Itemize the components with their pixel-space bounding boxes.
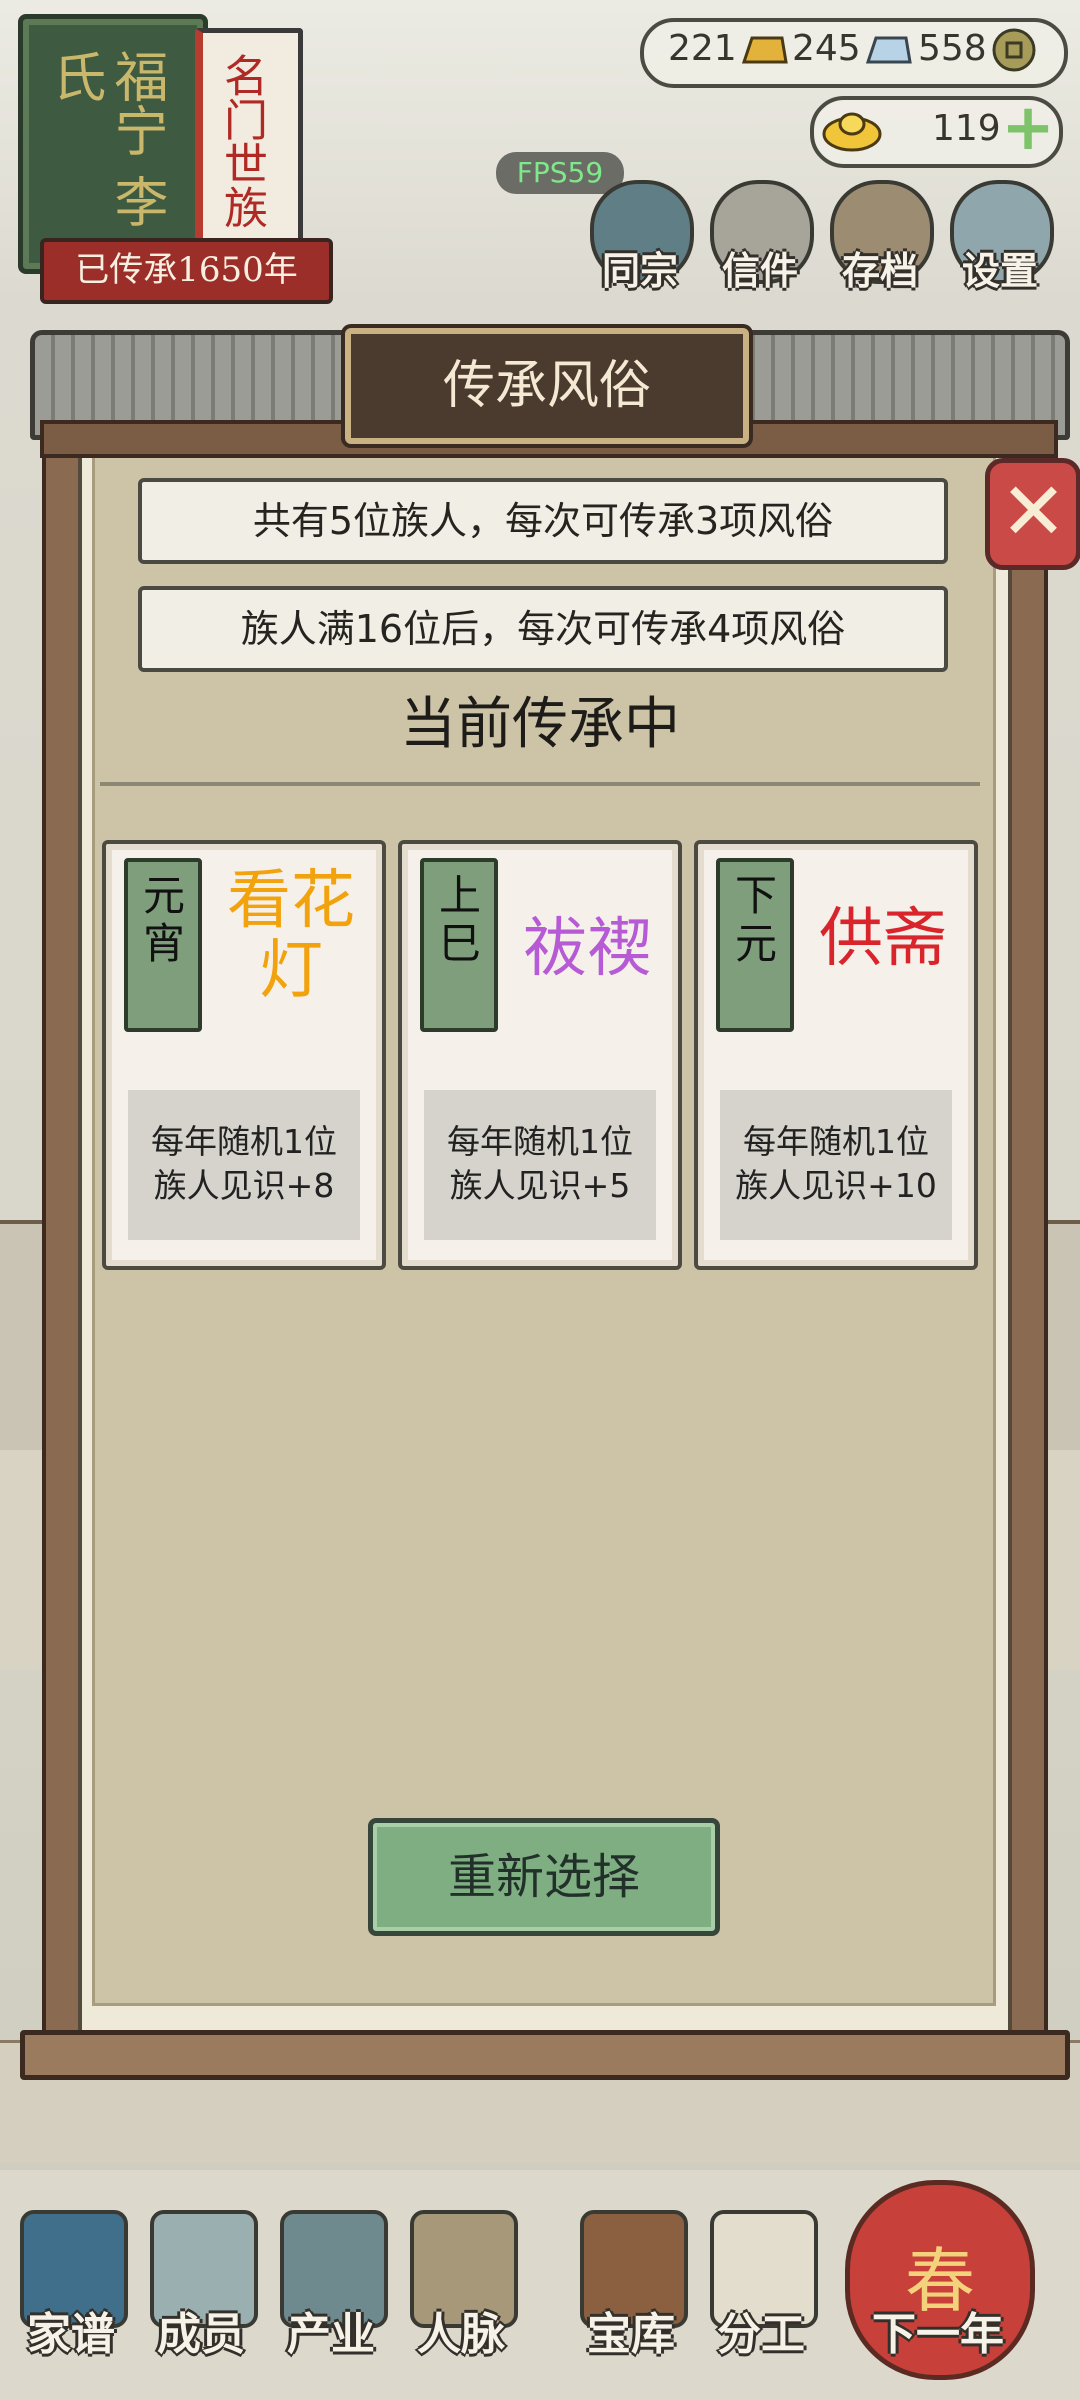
family-banner[interactable]: 福宁 李氏 (18, 14, 208, 274)
effect-line-2: 族人见识+8 (153, 1166, 335, 1205)
nav-label: 下一年 (872, 2309, 1004, 2360)
festival-tag: 元宵 (124, 858, 202, 1032)
nav-label: 家谱 (27, 2309, 115, 2360)
section-title: 当前传承中 (400, 692, 680, 757)
reselect-button[interactable]: 重新选择 (368, 1818, 720, 1936)
menu-settings[interactable]: 设置 (940, 180, 1060, 300)
family-name: 福宁 李氏 (43, 49, 168, 229)
gold-bar-icon (741, 36, 788, 64)
menu-clan[interactable]: 同宗 (580, 180, 700, 300)
nav-family-tree[interactable]: 家谱 (6, 2200, 136, 2390)
section-divider (100, 782, 980, 792)
inheritance-years-ribbon: 已传承1650年 (40, 238, 333, 304)
menu-save[interactable]: 存档 (820, 180, 940, 300)
nav-label: 产业 (287, 2309, 375, 2360)
festival-tag: 上巳 (420, 858, 498, 1032)
custom-name: 祓禊 (523, 912, 651, 986)
nav-next-year[interactable]: 下一年 (848, 2200, 1028, 2390)
menu-settings-label: 设置 (961, 249, 1038, 293)
festival-name: 上巳 (438, 871, 481, 968)
effect-line-2: 族人见识+5 (449, 1166, 631, 1205)
festival-name: 元宵 (142, 871, 185, 968)
close-button[interactable]: ✕ (985, 458, 1080, 570)
nav-assignment[interactable]: 分工 (696, 2200, 826, 2390)
custom-effect: 每年随机1位 族人见识+10 (720, 1090, 952, 1240)
menu-clan-label: 同宗 (601, 249, 678, 293)
custom-card-1[interactable]: 元宵 看花灯 每年随机1位 族人见识+8 (102, 840, 386, 1270)
gold-bar-count: 221 (668, 28, 737, 69)
nav-label: 宝库 (587, 2309, 675, 2360)
menu-letters[interactable]: 信件 (700, 180, 820, 300)
custom-effect: 每年随机1位 族人见识+5 (424, 1090, 656, 1240)
custom-effect: 每年随机1位 族人见识+8 (128, 1090, 360, 1240)
custom-card-2[interactable]: 上巳 祓禊 每年随机1位 族人见识+5 (398, 840, 682, 1270)
ingot-count: 119 (932, 108, 1001, 149)
gold-ingot-icon (822, 112, 882, 152)
effect-line-1: 每年随机1位 (447, 1122, 633, 1161)
menu-letters-label: 信件 (721, 249, 798, 293)
family-title: 名门世族 (216, 53, 267, 229)
effect-line-2: 族人见识+10 (735, 1166, 937, 1205)
add-ingot-button[interactable]: + (1000, 96, 1056, 160)
nav-network[interactable]: 人脉 (396, 2200, 526, 2390)
effect-line-1: 每年随机1位 (151, 1122, 337, 1161)
menu-save-label: 存档 (841, 249, 918, 293)
modal-base (20, 2030, 1070, 2080)
info-current-members: 共有5位族人，每次可传承3项风俗 (138, 478, 948, 564)
close-icon: ✕ (1000, 465, 1068, 558)
nav-members[interactable]: 成员 (136, 2200, 266, 2390)
nav-industry[interactable]: 产业 (266, 2200, 396, 2390)
effect-line-1: 每年随机1位 (743, 1122, 929, 1161)
nav-label: 成员 (157, 2309, 245, 2360)
custom-card-3[interactable]: 下元 供斋 每年随机1位 族人见识+10 (694, 840, 978, 1270)
title-banner: 名门世族 (195, 28, 303, 263)
nav-label: 人脉 (417, 2309, 505, 2360)
modal-title: 传承风俗 (345, 328, 749, 444)
nav-treasury[interactable]: 宝库 (566, 2200, 696, 2390)
nav-label: 分工 (717, 2309, 805, 2360)
silver-bar-count: 245 (792, 28, 861, 69)
coin-icon (992, 28, 1036, 72)
custom-name: 看花灯 (227, 864, 355, 1008)
silver-bar-icon (865, 36, 912, 64)
coin-count: 558 (918, 28, 987, 69)
info-unlock-hint: 族人满16位后，每次可传承4项风俗 (138, 586, 948, 672)
custom-name: 供斋 (819, 902, 947, 976)
festival-name: 下元 (734, 871, 777, 968)
festival-tag: 下元 (716, 858, 794, 1032)
